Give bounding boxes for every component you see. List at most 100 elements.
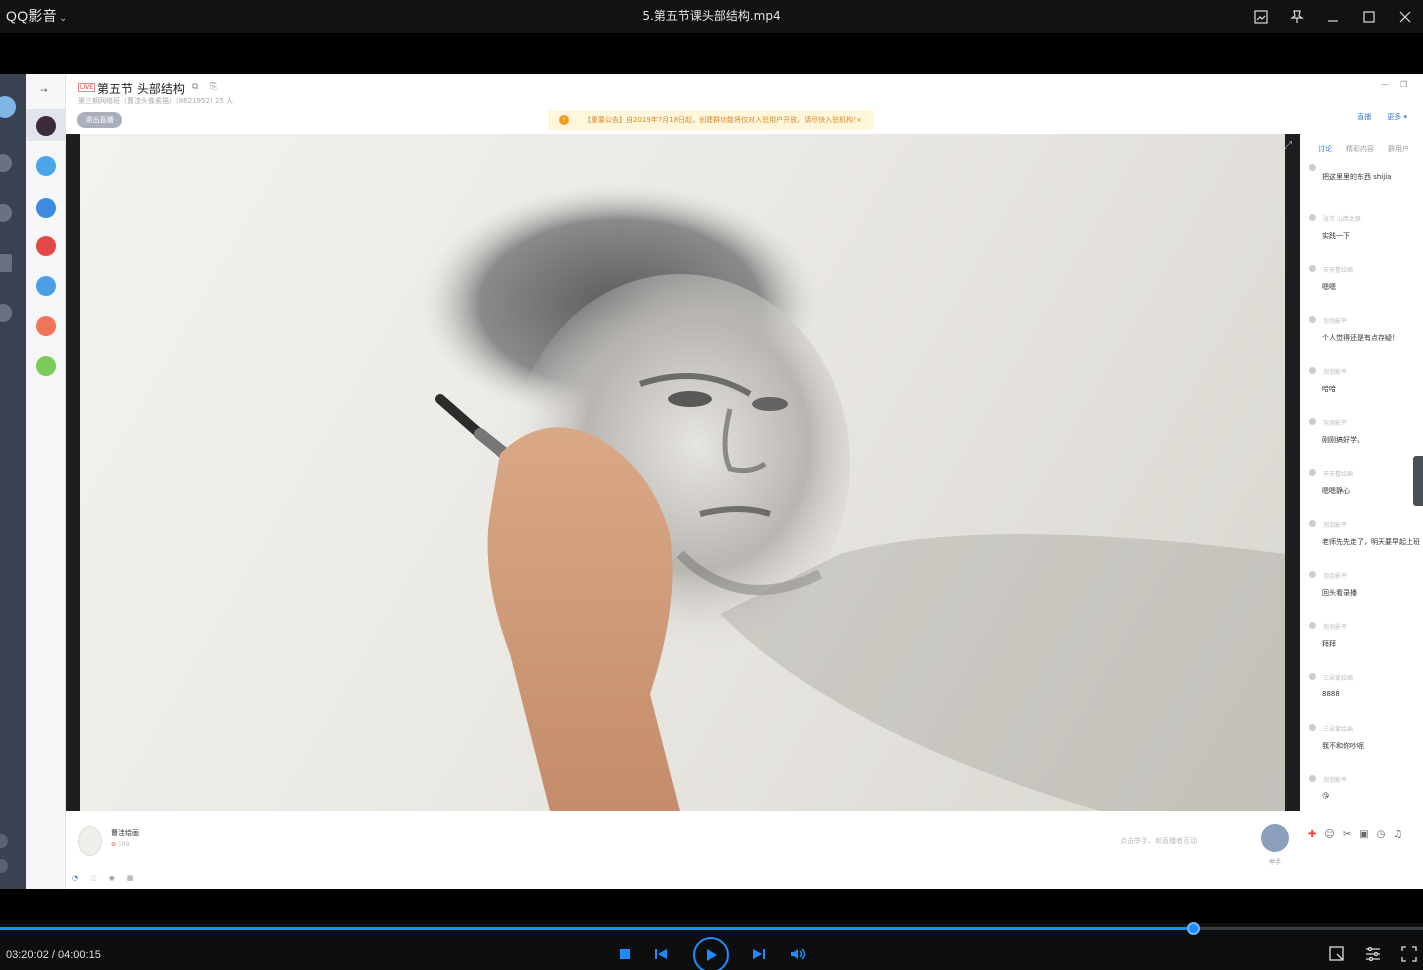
progress-fill xyxy=(0,927,1194,930)
top-links: 直播 更多 ▾ xyxy=(1357,112,1407,122)
share-icon: ⧉ xyxy=(192,82,199,92)
bell-icon: ♫ xyxy=(1393,829,1403,840)
chat-username: 张芳 山西太原 xyxy=(1323,216,1361,223)
recorded-app-rail xyxy=(0,74,26,889)
pin-button[interactable] xyxy=(1279,0,1315,33)
chat-username: 泡泡影平 xyxy=(1323,522,1348,529)
next-button[interactable] xyxy=(751,947,767,961)
recorded-app-app-list: → xyxy=(26,74,66,889)
chat-message: 泡泡影平 刚刚搞好学。 xyxy=(1309,418,1423,445)
copy-icon: ⎘ xyxy=(210,82,218,92)
calendar-icon xyxy=(0,254,12,272)
chat-message: 天天看绘画 嗯嗯 xyxy=(1309,265,1423,292)
raise-hand-hint: 点击举手，和直播者互动 xyxy=(1120,837,1197,845)
play-button[interactable] xyxy=(693,937,729,970)
screenshot-button[interactable] xyxy=(1243,0,1279,33)
host-likes: ✿ 189 xyxy=(111,841,129,848)
portrait-sketch-illustration xyxy=(420,184,1285,811)
chat-message: 泡泡影平 拜拜 xyxy=(1309,622,1423,649)
file-title: 5.第五节课头部结构.mp4 xyxy=(642,9,781,23)
raise-hand-label: 举手 xyxy=(1269,859,1282,866)
arrow-right-icon: → xyxy=(40,86,48,96)
chat-message: 把这里里的东西 shijia xyxy=(1309,164,1423,182)
avatar xyxy=(1309,775,1316,782)
chat-text: 回头看录播 xyxy=(1322,589,1357,597)
stop-button[interactable] xyxy=(618,947,632,961)
chat-message: 泡泡影平 个人觉得还是有点存疑！ xyxy=(1309,316,1423,343)
chat-username: 泡泡影平 xyxy=(1323,369,1348,376)
chat-message: 泡泡影平 😘 xyxy=(1309,775,1423,800)
avatar xyxy=(1309,520,1316,527)
chat-toolbar: ✚ ☺ ✂ ▣ ◷ ♫ xyxy=(1308,829,1402,840)
title-bar: QQ影音 ⌄ 5.第五节课头部结构.mp4 xyxy=(0,0,1423,33)
chat-username: 天天看绘画 xyxy=(1323,471,1354,478)
crop-icon xyxy=(1329,946,1344,961)
warning-icon: ! xyxy=(559,115,569,125)
chat-username: 泡泡影平 xyxy=(1323,624,1348,631)
image-app-icon xyxy=(36,316,56,336)
chat-message: 泡泡影平 老师先先走了，明天要早起上班 xyxy=(1309,520,1423,547)
close-button[interactable] xyxy=(1387,0,1423,33)
gift-icon: ✚ xyxy=(1308,829,1317,840)
exit-live-button: 退出直播 xyxy=(77,112,122,128)
clock-icon: ◷ xyxy=(1376,829,1386,840)
contacts-icon xyxy=(0,304,12,322)
planet-icon xyxy=(0,154,12,172)
notes-app-icon xyxy=(36,356,56,376)
message-icon xyxy=(0,834,8,848)
minimize-icon: — xyxy=(1381,80,1389,89)
grid-icon: ▦ xyxy=(126,874,134,882)
sliders-icon xyxy=(1366,946,1380,962)
avatar-icon xyxy=(0,96,16,118)
chat-text: 我不和你吵呢 xyxy=(1322,742,1364,750)
chat-text: 哈哈 xyxy=(1322,385,1336,393)
link-more: 更多 ▾ xyxy=(1387,113,1407,121)
chat-message: 三朵爱绘画我不和你吵呢 xyxy=(1309,724,1423,751)
chat-text: 实践一下 xyxy=(1322,232,1350,240)
avatar xyxy=(1309,316,1316,323)
pin-icon xyxy=(1290,9,1304,23)
avatar xyxy=(78,826,102,856)
chat-message: 泡泡影平 回头看录播 xyxy=(1309,571,1423,598)
progress-bar[interactable] xyxy=(0,922,1423,935)
minimize-button[interactable] xyxy=(1315,0,1351,33)
user-icon xyxy=(36,198,56,218)
previous-button[interactable] xyxy=(653,947,669,961)
tab-highlights: 精彩内容 xyxy=(1346,145,1374,153)
fullscreen-icon xyxy=(1401,946,1417,962)
volume-button[interactable] xyxy=(789,947,807,961)
settings-button[interactable] xyxy=(1364,945,1384,965)
stop-icon xyxy=(620,949,630,959)
maximize-button[interactable] xyxy=(1351,0,1387,33)
announcement-banner: ! 【重要公告】自2019年7月18日起，创建群功能将仅对入驻用户开放，请尽快入… xyxy=(548,110,874,130)
chat-username: 泡泡影平 xyxy=(1323,318,1348,325)
chat-text: 嗯嗯静心 xyxy=(1322,487,1350,495)
gear-icon xyxy=(0,859,8,873)
folder-icon xyxy=(36,276,56,296)
chat-text: 刚刚搞好学。 xyxy=(1322,436,1364,444)
progress-handle[interactable] xyxy=(1187,922,1201,935)
fullscreen-button[interactable] xyxy=(1400,945,1420,965)
chat-message: 三朵爱绘画 8888 xyxy=(1309,673,1423,698)
wifi-icon: ◔ xyxy=(72,874,79,882)
avatar xyxy=(1309,265,1316,272)
chat-bubble-icon xyxy=(0,204,12,222)
maximize-icon xyxy=(1363,10,1375,23)
course-title: 第五节 头部结构 xyxy=(97,82,185,96)
avatar xyxy=(1309,367,1316,374)
chat-message: 泡泡影平 哈哈 xyxy=(1309,367,1423,394)
restore-icon: ❐ xyxy=(1399,80,1407,89)
chat-username: 三朵爱绘画 xyxy=(1323,675,1354,682)
scissors-icon: ✂ xyxy=(1342,829,1352,840)
side-panel-handle xyxy=(1413,456,1423,506)
brain-icon xyxy=(36,236,56,256)
live-room-icon xyxy=(36,116,56,136)
tab-discussion: 讨论 xyxy=(1318,145,1332,153)
chat-username: 三朵爱绘画 xyxy=(1323,726,1354,733)
flower-icon: ✿ xyxy=(111,841,117,848)
avatar xyxy=(1309,418,1316,425)
play-icon xyxy=(707,949,717,961)
video-area[interactable]: → LIVE 第五节 头部结构 ⧉ ⎘ 第三期网络班（曹洼头像素描）(86219… xyxy=(0,33,1423,923)
screenshot-button-bottom[interactable] xyxy=(1328,945,1348,965)
avatar xyxy=(1309,622,1316,629)
